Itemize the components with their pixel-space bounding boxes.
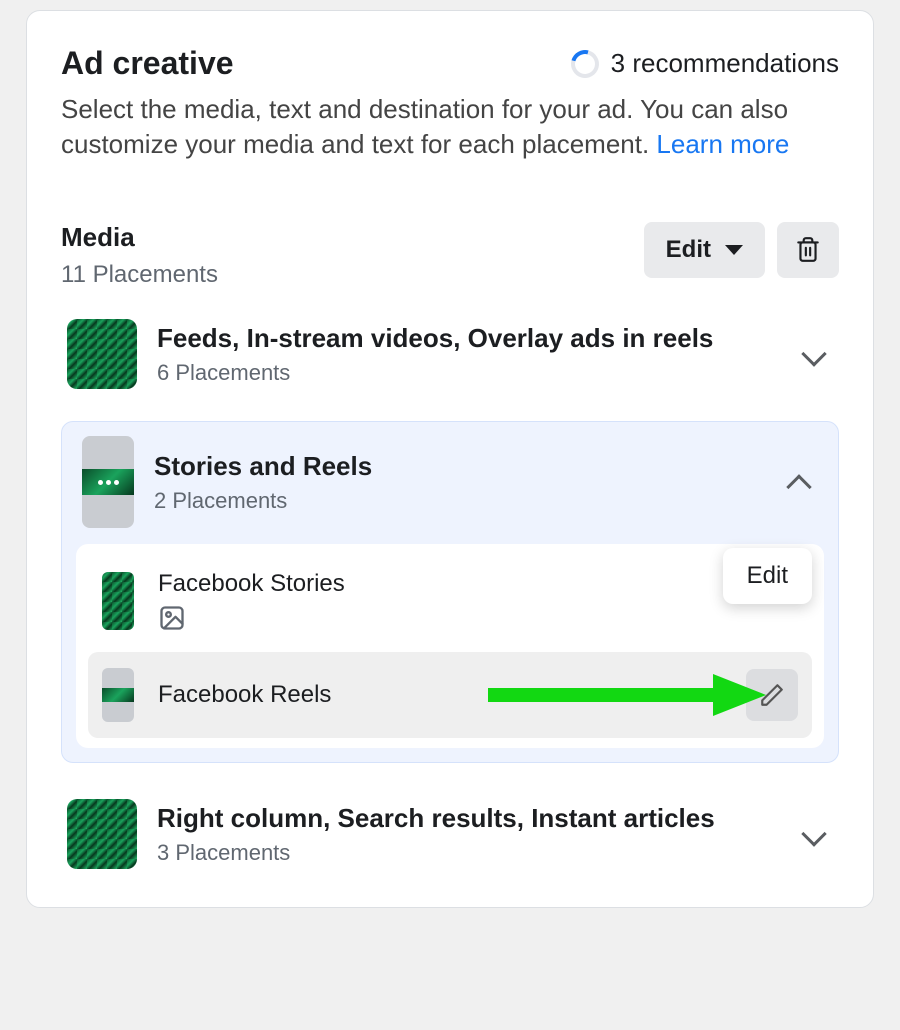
caret-down-icon [725, 245, 743, 255]
media-subheading: 11 Placements [61, 261, 218, 289]
chevron-up-icon [786, 474, 811, 499]
section-title: Ad creative [61, 45, 234, 82]
group-subtitle: 3 Placements [157, 840, 785, 866]
group-subtitle: 6 Placements [157, 360, 785, 386]
placement-item-facebook-reels[interactable]: Facebook Reels [88, 652, 812, 738]
placement-group-stories-reels: Stories and Reels 2 Placements Facebook … [61, 421, 839, 763]
chevron-down-icon [801, 341, 826, 366]
learn-more-link[interactable]: Learn more [656, 129, 789, 159]
trash-icon [795, 236, 821, 264]
placement-label: Facebook Stories [158, 570, 345, 598]
delete-media-button[interactable] [777, 222, 839, 278]
recommendations-indicator[interactable]: 3 recommendations [571, 48, 839, 79]
media-thumbnail [102, 572, 134, 630]
media-thumbnail [67, 319, 137, 389]
image-icon [158, 604, 186, 632]
placement-group-right-column[interactable]: Right column, Search results, Instant ar… [61, 785, 839, 883]
media-heading: Media [61, 222, 218, 253]
annotation-arrow-icon [488, 670, 768, 720]
group-header[interactable]: Stories and Reels 2 Placements [76, 436, 824, 534]
edit-placement-button[interactable] [746, 669, 798, 721]
group-title: Stories and Reels [154, 450, 770, 483]
edit-popover[interactable]: Edit [723, 548, 812, 604]
media-thumbnail-phone [82, 436, 134, 528]
placement-sub-list: Facebook Stories Edit Facebook Reels [76, 544, 824, 748]
group-subtitle: 2 Placements [154, 488, 770, 514]
media-thumbnail-phone [102, 668, 134, 722]
placement-label: Facebook Reels [158, 681, 331, 709]
placement-item-facebook-stories[interactable]: Facebook Stories Edit [88, 554, 812, 648]
chevron-down-icon [801, 821, 826, 846]
placement-group-feeds[interactable]: Feeds, In-stream videos, Overlay ads in … [61, 305, 839, 403]
recommendations-text: 3 recommendations [611, 48, 839, 79]
ad-creative-card: Ad creative 3 recommendations Select the… [26, 10, 874, 908]
pencil-icon [759, 682, 785, 708]
edit-media-button[interactable]: Edit [644, 222, 765, 278]
group-title: Feeds, In-stream videos, Overlay ads in … [157, 322, 785, 355]
loading-spinner-icon [566, 44, 604, 82]
media-thumbnail [67, 799, 137, 869]
section-description: Select the media, text and destination f… [61, 92, 839, 162]
group-title: Right column, Search results, Instant ar… [157, 802, 785, 835]
